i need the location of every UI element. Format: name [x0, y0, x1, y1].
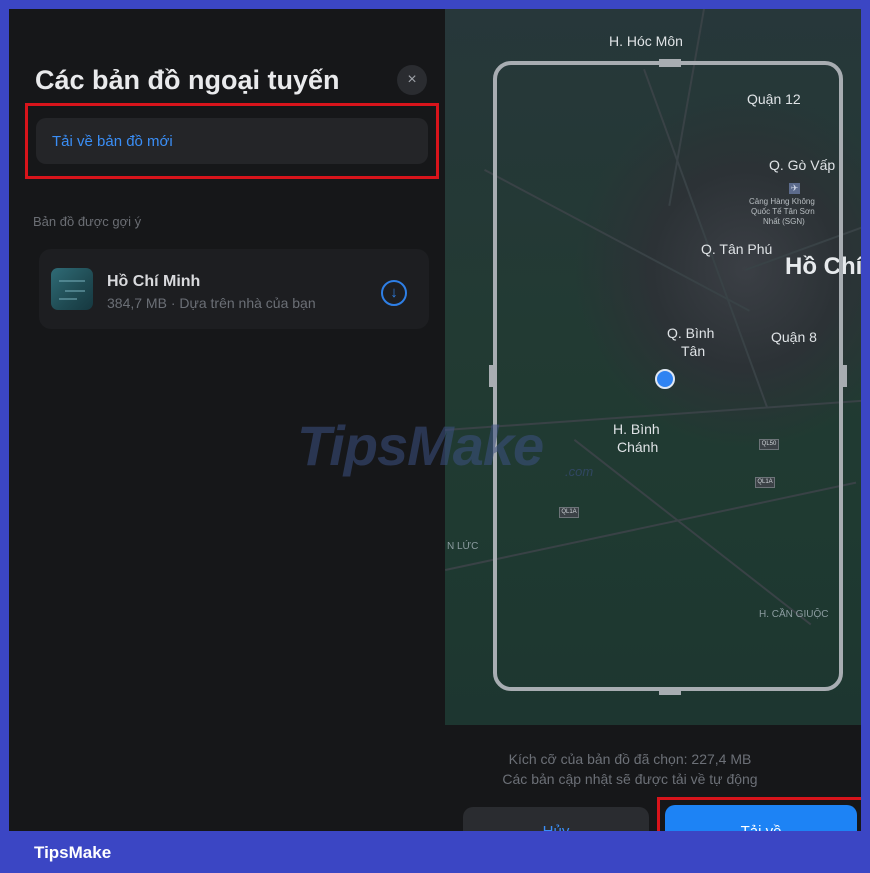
map-label-hoc-mon: H. Hóc Môn — [609, 33, 683, 49]
selection-handle-right[interactable] — [839, 365, 847, 387]
download-button[interactable]: Tải về — [665, 805, 857, 831]
brand-footer: TipsMake — [0, 831, 870, 873]
map-thumbnail — [51, 268, 93, 310]
suggested-maps-heading: Bản đồ được gợi ý — [33, 214, 142, 229]
screenshot: Các bản đồ ngoại tuyến × Tải về bản đồ m… — [9, 9, 861, 831]
map-view[interactable]: H. Hóc Môn Quận 12 Q. Gò Vấp ✈ Cảng Hàng… — [445, 9, 861, 725]
download-new-map-button[interactable]: Tải về bản đồ mới — [36, 118, 428, 164]
status-bar — [29, 19, 429, 37]
suggested-map-meta: 384,7 MB · Dựa trên nhà của bạn — [107, 295, 316, 311]
download-new-map-label: Tải về bản đồ mới — [52, 133, 173, 150]
close-icon: × — [407, 71, 417, 88]
suggested-map-item[interactable]: Hồ Chí Minh 384,7 MB · Dựa trên nhà của … — [39, 249, 429, 329]
brand-name: TipsMake — [34, 843, 112, 862]
watermark-logo: TipsMake — [297, 414, 544, 477]
suggested-map-name: Hồ Chí Minh — [107, 273, 201, 290]
selection-handle-bottom[interactable] — [659, 687, 681, 695]
map-selection-frame[interactable] — [493, 61, 843, 691]
watermark-suffix: .com — [565, 464, 594, 479]
cancel-button[interactable]: Hủy — [463, 807, 649, 831]
selected-size-text: Kích cỡ của bản đồ đã chọn: 227,4 MB — [508, 751, 752, 767]
selection-handle-top[interactable] — [659, 59, 681, 67]
auto-update-text: Các bản cập nhật sẽ được tải về tự động — [502, 771, 758, 787]
download-new-highlight: Tải về bản đồ mới — [25, 103, 439, 179]
close-button[interactable]: × — [397, 65, 427, 95]
download-circle-icon[interactable]: ↓ — [381, 280, 407, 306]
sheet-title: Các bản đồ ngoại tuyến — [35, 65, 340, 95]
download-panel: Kích cỡ của bản đồ đã chọn: 227,4 MB Các… — [445, 725, 861, 831]
selection-handle-left[interactable] — [489, 365, 497, 387]
map-label-n-luc: N LỨC — [447, 541, 479, 552]
